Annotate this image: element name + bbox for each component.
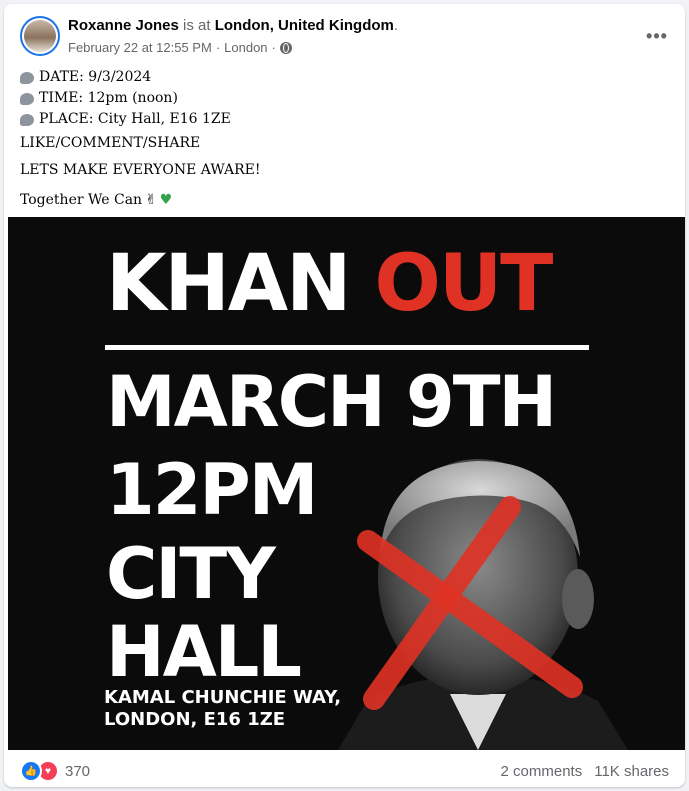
speech-bubble-icon [20, 92, 34, 105]
portrait-ear [562, 569, 594, 629]
is-at-text: is at [183, 17, 211, 34]
avatar-photo [24, 20, 56, 52]
together-line: Together We Can ✌ ♥ [20, 189, 669, 210]
share-line: LIKE/COMMENT/SHARE [20, 135, 201, 151]
place-text: PLACE: City Hall, E16 1ZE [39, 110, 231, 127]
poster-address-line2: LONDON, E16 1ZE [104, 709, 286, 730]
post-timestamp[interactable]: February 22 at 12:55 PM [68, 40, 212, 55]
speech-bubble-icon [20, 113, 34, 126]
poster-time: 12PM [106, 449, 318, 531]
green-heart-icon: ♥ [159, 191, 173, 208]
date-text: DATE: 9/3/2024 [39, 68, 152, 85]
post-card: Roxanne Jones is at London, United Kingd… [4, 4, 685, 787]
poster-hall: HALL [106, 611, 302, 693]
together-text: Together We Can [20, 191, 143, 208]
globe-icon[interactable] [279, 41, 292, 54]
place-link[interactable]: London, United Kingdom [215, 17, 394, 34]
author-line: Roxanne Jones is at London, United Kingd… [68, 17, 398, 34]
time-line: TIME: 12pm (noon) [20, 87, 669, 108]
post-location[interactable]: London [224, 40, 267, 55]
meta-separator-2: · [271, 40, 276, 55]
poster-date: MARCH 9TH [106, 361, 557, 443]
peace-hand-icon: ✌ [145, 191, 157, 208]
post-text: DATE: 9/3/2024 TIME: 12pm (noon) PLACE: … [20, 66, 669, 210]
poster-city: CITY [106, 533, 276, 615]
like-reaction-icon: 👍 [20, 760, 42, 782]
poster-address-line1: KAMAL CHUNCHIE WAY, [104, 687, 342, 708]
author-avatar[interactable] [20, 16, 60, 56]
comments-count-link[interactable]: 2 comments [501, 763, 583, 780]
reactions-summary[interactable]: 👍 ♥ 370 [20, 760, 90, 782]
poster-portrait [338, 459, 628, 750]
poster-address: KAMAL CHUNCHIE WAY, LONDON, E16 1ZE [104, 687, 341, 731]
post-footer: 👍 ♥ 370 2 comments 11K shares [20, 756, 669, 786]
poster-word-out: OUT [374, 239, 554, 329]
post-meta: February 22 at 12:55 PM · London · [68, 40, 292, 55]
shares-count-link[interactable]: 11K shares [594, 763, 669, 780]
meta-separator: · [215, 40, 221, 55]
poster-headline: KHAN OUT [106, 245, 553, 323]
reaction-count: 370 [65, 762, 91, 780]
time-text: TIME: 12pm (noon) [39, 89, 178, 106]
post-image[interactable]: KHAN OUT MARCH 9TH 12PM CITY HALL KAMAL … [8, 217, 685, 750]
speech-bubble-icon [20, 71, 34, 84]
date-line: DATE: 9/3/2024 [20, 66, 669, 87]
period-text: . [393, 17, 399, 34]
author-name[interactable]: Roxanne Jones [68, 17, 179, 34]
post-header: Roxanne Jones is at London, United Kingd… [20, 16, 669, 60]
aware-line: LETS MAKE EVERYONE AWARE! [20, 162, 261, 178]
place-line: PLACE: City Hall, E16 1ZE [20, 108, 669, 129]
poster-word-khan: KHAN [106, 239, 351, 329]
poster-divider [105, 345, 589, 350]
more-options-icon[interactable]: ••• [643, 22, 671, 50]
